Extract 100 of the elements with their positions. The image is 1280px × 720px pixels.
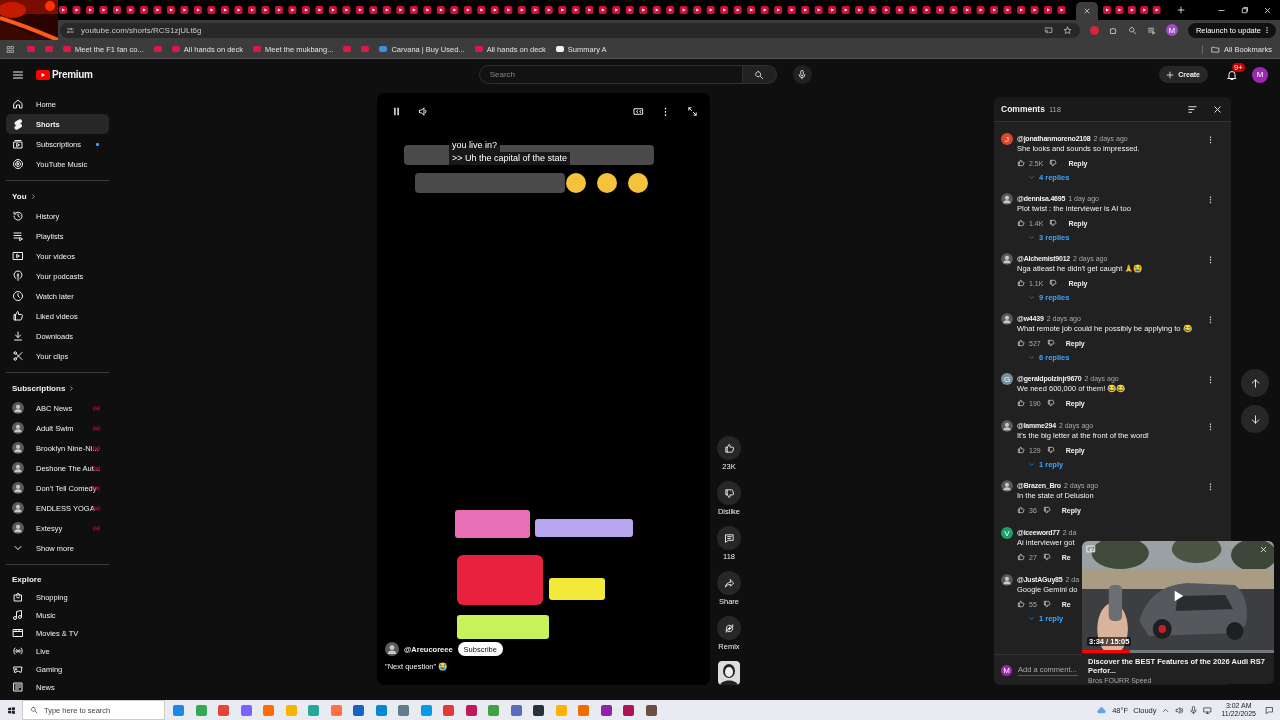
next-button[interactable] — [1241, 405, 1269, 433]
menu-icon[interactable] — [12, 68, 24, 81]
chevron-down-icon — [1028, 354, 1035, 361]
arrow-up-icon — [1249, 377, 1261, 389]
search-field[interactable]: Search — [478, 65, 743, 84]
clock-icon — [12, 290, 24, 302]
like-icon[interactable] — [1017, 339, 1025, 347]
close-icon[interactable] — [1263, 5, 1272, 15]
like-icon[interactable] — [1017, 553, 1025, 561]
channel-avatar — [12, 462, 24, 474]
more-icon[interactable] — [1206, 255, 1215, 264]
sort-icon[interactable] — [1187, 103, 1198, 115]
windows-icon — [6, 705, 16, 715]
captions-icon[interactable] — [633, 106, 644, 117]
speaker-icon[interactable] — [1175, 705, 1185, 715]
notification-icon[interactable] — [1265, 705, 1274, 715]
taskbar-app-icon[interactable] — [353, 704, 364, 716]
dislike-icon[interactable] — [1042, 506, 1051, 514]
folder-icon — [1211, 44, 1221, 54]
dislike-button[interactable] — [717, 481, 741, 505]
music-note-icon — [12, 609, 24, 621]
like-icon[interactable] — [1017, 399, 1025, 407]
site-settings-icon[interactable] — [66, 25, 75, 35]
dislike-icon[interactable] — [1046, 446, 1055, 454]
subscriptions-icon — [12, 138, 24, 150]
like-icon[interactable] — [1017, 219, 1025, 227]
section-heading: Explore — [11, 573, 43, 586]
volume-icon[interactable] — [418, 106, 429, 117]
more-icon[interactable] — [1206, 422, 1215, 431]
chevron-down-icon — [1028, 615, 1035, 622]
close-icon[interactable] — [1212, 103, 1223, 115]
more-icon[interactable] — [1206, 195, 1215, 204]
voice-search-button[interactable] — [792, 65, 812, 84]
monitor-icon[interactable] — [1203, 705, 1213, 715]
dislike-icon[interactable] — [1046, 339, 1055, 347]
arrow-down-icon — [1249, 413, 1261, 425]
account-avatar[interactable]: M — [1252, 66, 1268, 83]
dislike-icon[interactable] — [1046, 399, 1055, 407]
notifications-icon[interactable] — [1226, 68, 1238, 81]
restore-icon[interactable] — [1240, 5, 1249, 15]
like-icon[interactable] — [1017, 446, 1025, 454]
like-icon[interactable] — [1017, 159, 1025, 167]
taskbar-app-icon[interactable] — [645, 704, 657, 716]
taskbar-app-icon[interactable] — [623, 704, 634, 716]
taskbar-app-icon[interactable] — [465, 704, 477, 716]
pause-icon[interactable] — [391, 106, 402, 117]
new-tab-icon[interactable] — [1176, 5, 1186, 15]
channel-avatar — [12, 502, 24, 514]
more-icon[interactable] — [1206, 375, 1215, 384]
more-icon — [1263, 26, 1271, 34]
like-icon[interactable] — [1017, 506, 1025, 514]
install-app-icon[interactable] — [1043, 25, 1053, 35]
section-heading[interactable]: Subscriptions — [6, 378, 109, 398]
more-icon[interactable] — [1206, 482, 1215, 491]
like-button[interactable] — [717, 436, 741, 460]
channel-avatar — [12, 482, 24, 494]
extensions-icon[interactable] — [1108, 25, 1118, 35]
dislike-icon[interactable] — [1049, 279, 1058, 287]
dislike-icon[interactable] — [1042, 600, 1051, 608]
profile-avatar[interactable]: M — [1165, 24, 1178, 36]
taskbar-app-icon[interactable] — [533, 704, 544, 716]
like-icon — [723, 442, 735, 454]
active-tab[interactable] — [1076, 2, 1098, 20]
search-button[interactable] — [742, 65, 777, 84]
fullscreen-icon[interactable] — [687, 106, 698, 117]
dislike-icon[interactable] — [1049, 159, 1058, 167]
tab-favicons-drawing[interactable] — [1102, 5, 1164, 15]
reading-list-icon[interactable] — [1146, 25, 1156, 35]
gamepad-icon — [12, 663, 24, 675]
search-icon — [30, 706, 38, 714]
chevron-down-icon — [1028, 174, 1035, 181]
play-logo-icon[interactable] — [36, 69, 50, 80]
picture-in-picture-icon[interactable] — [1086, 544, 1096, 554]
share-button[interactable] — [717, 571, 741, 595]
scissors-icon — [12, 350, 24, 362]
dislike-icon[interactable] — [1042, 553, 1051, 561]
bookmark-star-icon[interactable] — [1062, 25, 1072, 35]
section-heading[interactable]: You — [6, 186, 109, 206]
search-icon — [754, 69, 765, 80]
dislike-icon[interactable] — [1049, 219, 1058, 227]
apps-icon[interactable] — [6, 44, 15, 54]
logo-text[interactable]: Premium — [52, 69, 93, 80]
like-icon[interactable] — [1017, 600, 1025, 608]
user-avatar — [1001, 313, 1013, 325]
previous-button[interactable] — [1241, 369, 1269, 397]
address-bar[interactable]: youtube.com/shorts/RCS1zjULt6g — [60, 22, 1080, 38]
taskbar-app-icon[interactable] — [600, 704, 612, 716]
close-icon[interactable] — [1083, 7, 1091, 15]
chevron-down-icon — [1028, 294, 1035, 301]
search-tabs-icon[interactable] — [1127, 25, 1137, 35]
more-icon[interactable] — [1206, 135, 1215, 144]
more-icon[interactable] — [1206, 315, 1215, 324]
comment-icon — [723, 532, 735, 544]
like-icon[interactable] — [1017, 279, 1025, 287]
user-avatar[interactable]: J — [1001, 133, 1013, 145]
live-icon — [12, 645, 24, 657]
podcast-icon — [12, 270, 24, 282]
remix-button[interactable] — [717, 616, 741, 640]
mic-icon[interactable] — [1189, 705, 1199, 715]
comment-button[interactable] — [717, 526, 741, 550]
